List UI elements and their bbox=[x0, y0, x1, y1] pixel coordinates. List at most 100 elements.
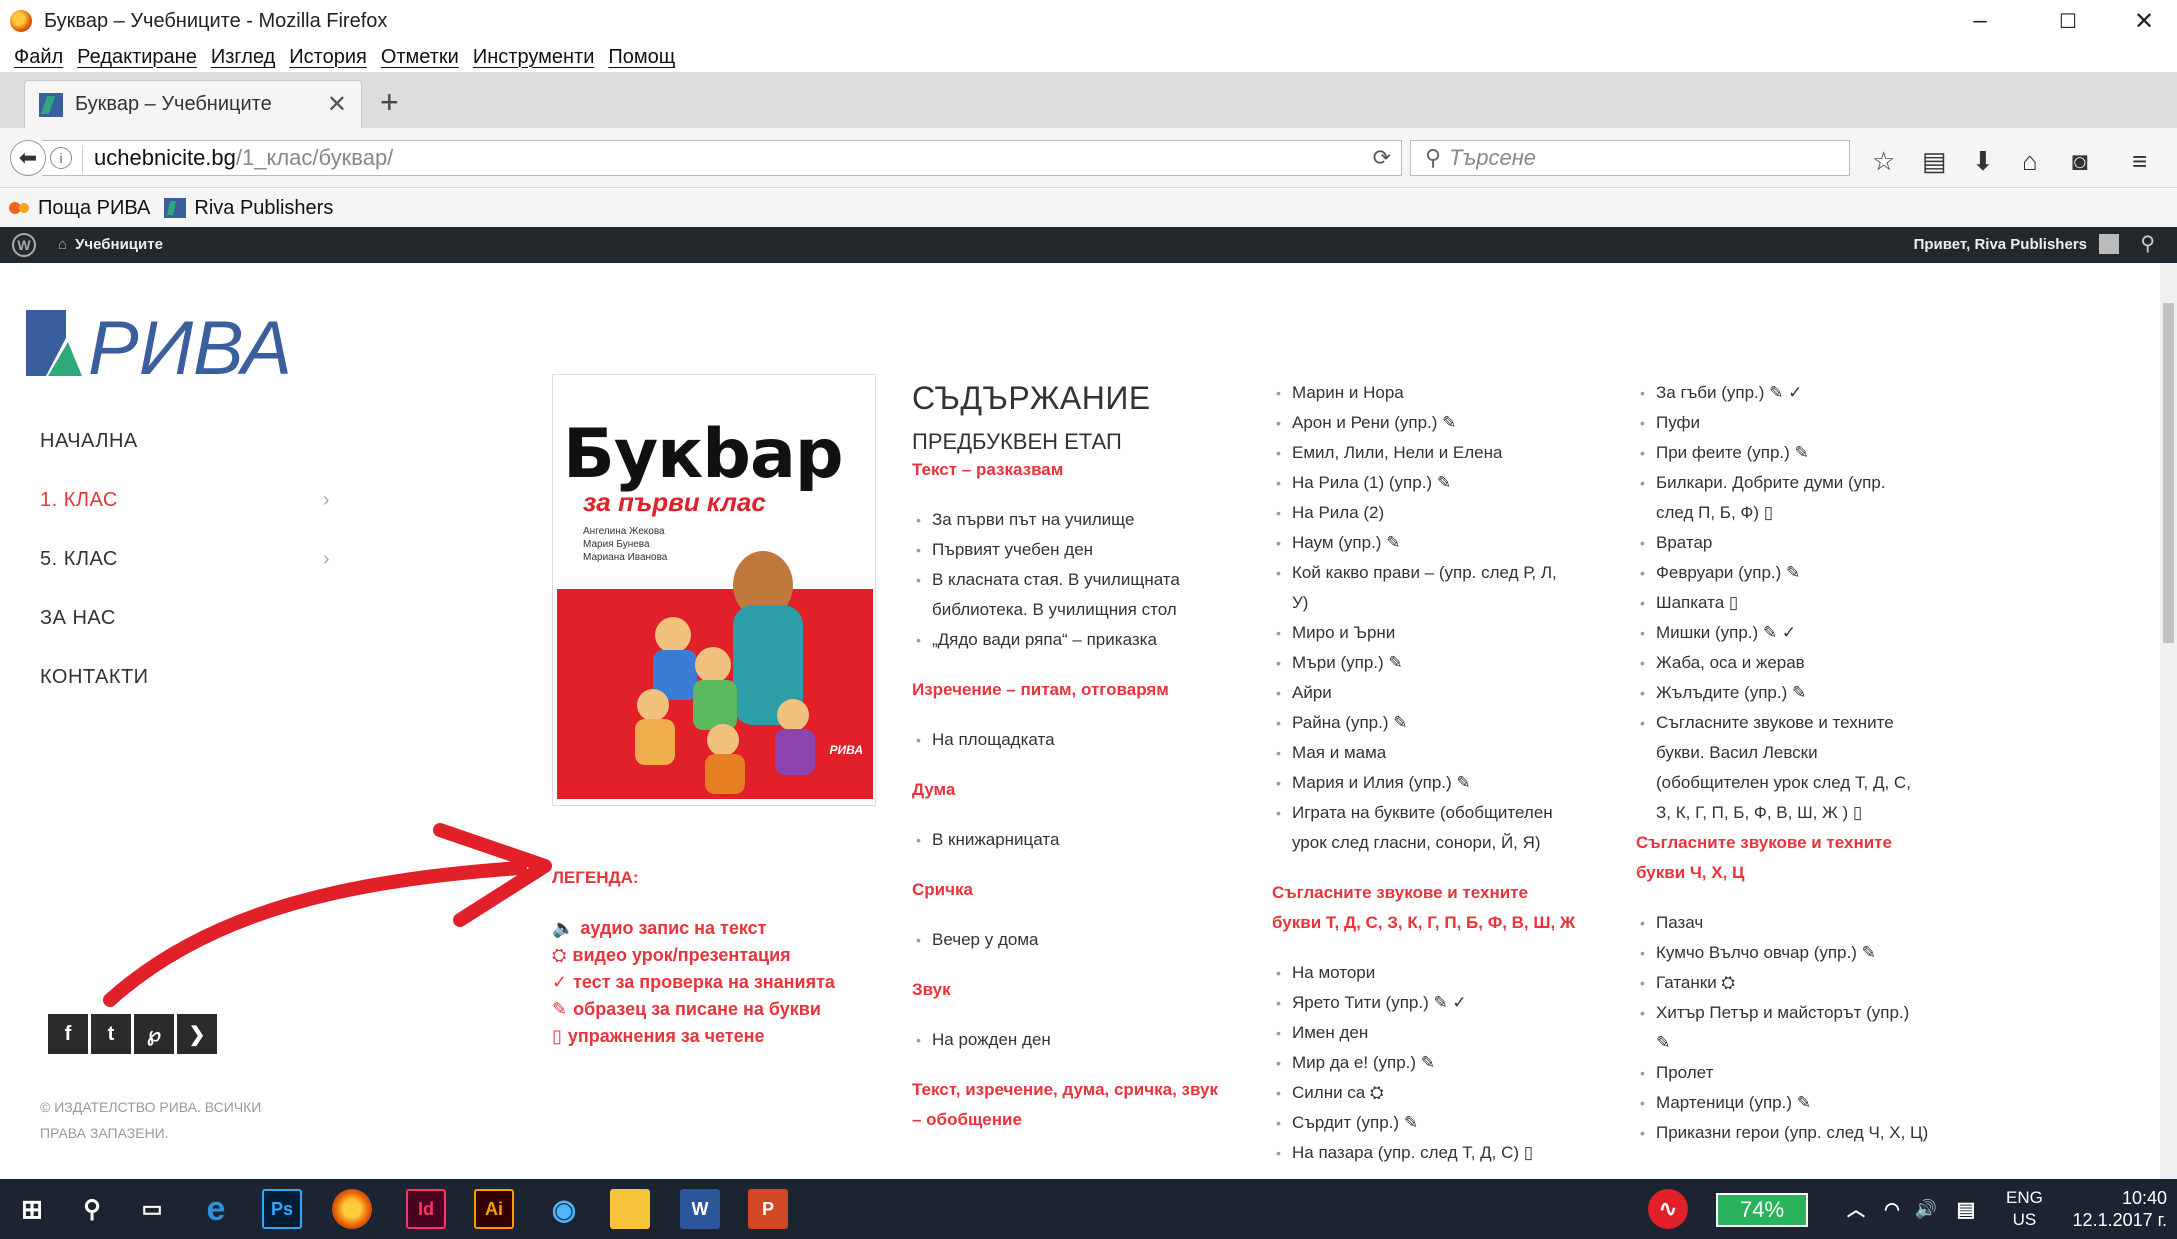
maximize-button[interactable]: ☐ bbox=[2036, 0, 2100, 42]
sidebar-item-4[interactable]: Контакти bbox=[40, 648, 340, 707]
section-heading[interactable]: Дума bbox=[912, 775, 1252, 805]
app-icon[interactable]: ◉ bbox=[544, 1189, 584, 1229]
lesson-link[interactable]: Гатанки ⛭ bbox=[1636, 968, 1976, 998]
clock[interactable]: 10:40 12.1.2017 г. bbox=[2073, 1187, 2167, 1231]
menu-history[interactable]: История bbox=[289, 46, 367, 69]
section-heading[interactable]: букви Ч, Х, Ц bbox=[1636, 858, 1976, 888]
back-button[interactable]: ⬅ bbox=[10, 140, 46, 176]
avatar[interactable] bbox=[2099, 234, 2119, 254]
lesson-link[interactable]: Февруари (упр.) ✎ bbox=[1636, 558, 1976, 588]
info-icon[interactable]: i bbox=[50, 147, 72, 169]
tab-close-icon[interactable]: ✕ bbox=[327, 90, 347, 119]
section-heading[interactable]: Сричка bbox=[912, 875, 1252, 905]
lesson-link[interactable]: Жълъдите (упр.) ✎ bbox=[1636, 678, 1976, 708]
tumblr-icon[interactable]: t bbox=[91, 1014, 131, 1054]
url-bar[interactable]: i uchebnicite.bg /1_клас/буквар/ ⟳ bbox=[42, 140, 1402, 176]
home-icon[interactable]: ⌂ bbox=[2022, 146, 2038, 177]
search-input[interactable]: ⚲ Търсене bbox=[1410, 140, 1850, 176]
lesson-link[interactable]: Пуфи bbox=[1636, 408, 1976, 438]
lesson-link[interactable]: Мир да е! (упр.) ✎ bbox=[1272, 1048, 1612, 1078]
lesson-link[interactable]: Мишки (упр.) ✎ ✓ bbox=[1636, 618, 1976, 648]
lesson-link[interactable]: При феите (упр.) ✎ bbox=[1636, 438, 1976, 468]
photoshop-icon[interactable]: Ps bbox=[262, 1189, 302, 1229]
file-explorer-icon[interactable] bbox=[610, 1189, 650, 1229]
section-heading[interactable]: Текст – разказвам bbox=[912, 455, 1252, 485]
lesson-link[interactable]: Вечер у дома bbox=[912, 925, 1252, 955]
windows-start-icon[interactable]: ⊞ bbox=[12, 1189, 52, 1229]
wp-search-icon[interactable]: ⚲ bbox=[2140, 231, 2155, 256]
firefox-taskbar-icon[interactable] bbox=[332, 1189, 372, 1229]
lesson-link[interactable]: У) bbox=[1272, 588, 1612, 618]
lesson-link[interactable]: Мъри (упр.) ✎ bbox=[1272, 648, 1612, 678]
lesson-link[interactable]: Райна (упр.) ✎ bbox=[1272, 708, 1612, 738]
battery-indicator[interactable]: 74% bbox=[1716, 1193, 1808, 1227]
lesson-link[interactable]: Пролет bbox=[1636, 1058, 1976, 1088]
lesson-link[interactable]: На Рила (1) (упр.) ✎ bbox=[1272, 468, 1612, 498]
lesson-link[interactable]: За първи път на училище bbox=[912, 505, 1252, 535]
illustrator-icon[interactable]: Ai bbox=[474, 1189, 514, 1229]
lesson-link[interactable]: Играта на буквите (обобщителен bbox=[1272, 798, 1612, 828]
menu-view[interactable]: Изглед bbox=[211, 46, 275, 69]
book-cover[interactable]: Букbар за първи клас Ангелина Жекова Мар… bbox=[552, 374, 876, 806]
section-heading[interactable]: – обобщение bbox=[912, 1105, 1252, 1135]
lesson-link[interactable]: „Дядо вади ряпа“ – приказка bbox=[912, 625, 1252, 655]
section-heading[interactable]: букви Т, Д, С, З, К, Г, П, Б, Ф, В, Ш, Ж bbox=[1272, 908, 1612, 938]
minimize-button[interactable]: – bbox=[1948, 0, 2012, 42]
lesson-link[interactable]: Миро и Ърни bbox=[1272, 618, 1612, 648]
section-heading[interactable]: Съгласните звукове и техните bbox=[1636, 828, 1976, 858]
lesson-link[interactable]: Арон и Рени (упр.) ✎ bbox=[1272, 408, 1612, 438]
edge-icon[interactable]: e bbox=[196, 1189, 236, 1229]
lesson-link[interactable]: Вратар bbox=[1636, 528, 1976, 558]
lesson-link[interactable]: Мая и мама bbox=[1272, 738, 1612, 768]
lesson-link[interactable]: ✎ bbox=[1636, 1028, 1976, 1058]
lesson-link[interactable]: Приказни герои (упр. след Ч, Х, Ц) bbox=[1636, 1118, 1976, 1148]
lesson-link[interactable]: урок след гласни, сонори, Й, Я) bbox=[1272, 828, 1612, 858]
lesson-link[interactable]: Първият учебен ден bbox=[912, 535, 1252, 565]
section-heading[interactable]: Съгласните звукове и техните bbox=[1272, 878, 1612, 908]
lesson-link[interactable]: букви. Васил Левски bbox=[1636, 738, 1976, 768]
health-monitor-icon[interactable]: ∿ bbox=[1648, 1189, 1688, 1229]
language-indicator[interactable]: ENG US bbox=[2006, 1187, 2043, 1231]
twitter-icon[interactable]: ❯ bbox=[177, 1014, 217, 1054]
task-view-icon[interactable]: ▭ bbox=[132, 1189, 172, 1229]
search-icon[interactable]: ⚲ bbox=[72, 1189, 112, 1229]
pinterest-icon[interactable]: ℘ bbox=[134, 1014, 174, 1054]
powerpoint-icon[interactable]: P bbox=[748, 1189, 788, 1229]
download-icon[interactable]: ⬇ bbox=[1972, 146, 1994, 177]
lesson-link[interactable]: Шапката ▯ bbox=[1636, 588, 1976, 618]
lesson-link[interactable]: Билкари. Добрите думи (упр. bbox=[1636, 468, 1976, 498]
menu-tools[interactable]: Инструменти bbox=[473, 46, 595, 69]
hamburger-menu-icon[interactable]: ≡ bbox=[2132, 146, 2147, 177]
lesson-link[interactable]: Сърдит (упр.) ✎ bbox=[1272, 1108, 1612, 1138]
lesson-link[interactable]: Съгласните звукове и техните bbox=[1636, 708, 1976, 738]
bookmark-star-icon[interactable]: ☆ bbox=[1872, 146, 1895, 177]
lesson-link[interactable]: З, К, Г, П, Б, Ф, В, Ш, Ж ) ▯ bbox=[1636, 798, 1976, 828]
wordpress-icon[interactable]: W bbox=[12, 233, 36, 257]
sidebar-item-3[interactable]: За нас bbox=[40, 589, 340, 648]
lesson-link[interactable]: Ярето Тити (упр.) ✎ ✓ bbox=[1272, 988, 1612, 1018]
lesson-link[interactable]: Марин и Нора bbox=[1272, 378, 1612, 408]
lesson-link[interactable]: В класната стая. В училищната bbox=[912, 565, 1252, 595]
page-scrollbar[interactable] bbox=[2160, 263, 2177, 1179]
lesson-link[interactable]: Емил, Лили, Нели и Елена bbox=[1272, 438, 1612, 468]
lesson-link[interactable]: Пазач bbox=[1636, 908, 1976, 938]
sidebar-item-2[interactable]: 5. клас › bbox=[40, 530, 340, 589]
indesign-icon[interactable]: Id bbox=[406, 1189, 446, 1229]
menu-edit[interactable]: Редактиране bbox=[77, 46, 197, 69]
menu-bookmarks[interactable]: Отметки bbox=[381, 46, 459, 69]
new-tab-button[interactable]: + bbox=[380, 84, 399, 121]
close-button[interactable]: ✕ bbox=[2112, 0, 2176, 42]
lesson-link[interactable]: Кой какво прави – (упр. след Р, Л, bbox=[1272, 558, 1612, 588]
sidebar-item-1[interactable]: 1. клас › bbox=[40, 471, 340, 530]
scrollbar-thumb[interactable] bbox=[2163, 303, 2174, 643]
pocket-icon[interactable]: ◙ bbox=[2072, 146, 2088, 177]
lesson-link[interactable]: Мартеници (упр.) ✎ bbox=[1636, 1088, 1976, 1118]
lesson-link[interactable]: Кумчо Вълчо овчар (упр.) ✎ bbox=[1636, 938, 1976, 968]
section-heading[interactable]: Изречение – питам, отговарям bbox=[912, 675, 1252, 705]
lesson-link[interactable]: (обобщителен урок след Т, Д, С, bbox=[1636, 768, 1976, 798]
lesson-link[interactable]: Мария и Илия (упр.) ✎ bbox=[1272, 768, 1612, 798]
lesson-link[interactable]: На мотори bbox=[1272, 958, 1612, 988]
wp-greeting[interactable]: Привет, Riva Publishers bbox=[1914, 236, 2087, 253]
lesson-link[interactable]: На пазара (упр. след Т, Д, С) ▯ bbox=[1272, 1138, 1612, 1168]
reload-icon[interactable]: ⟳ bbox=[1373, 145, 1391, 171]
